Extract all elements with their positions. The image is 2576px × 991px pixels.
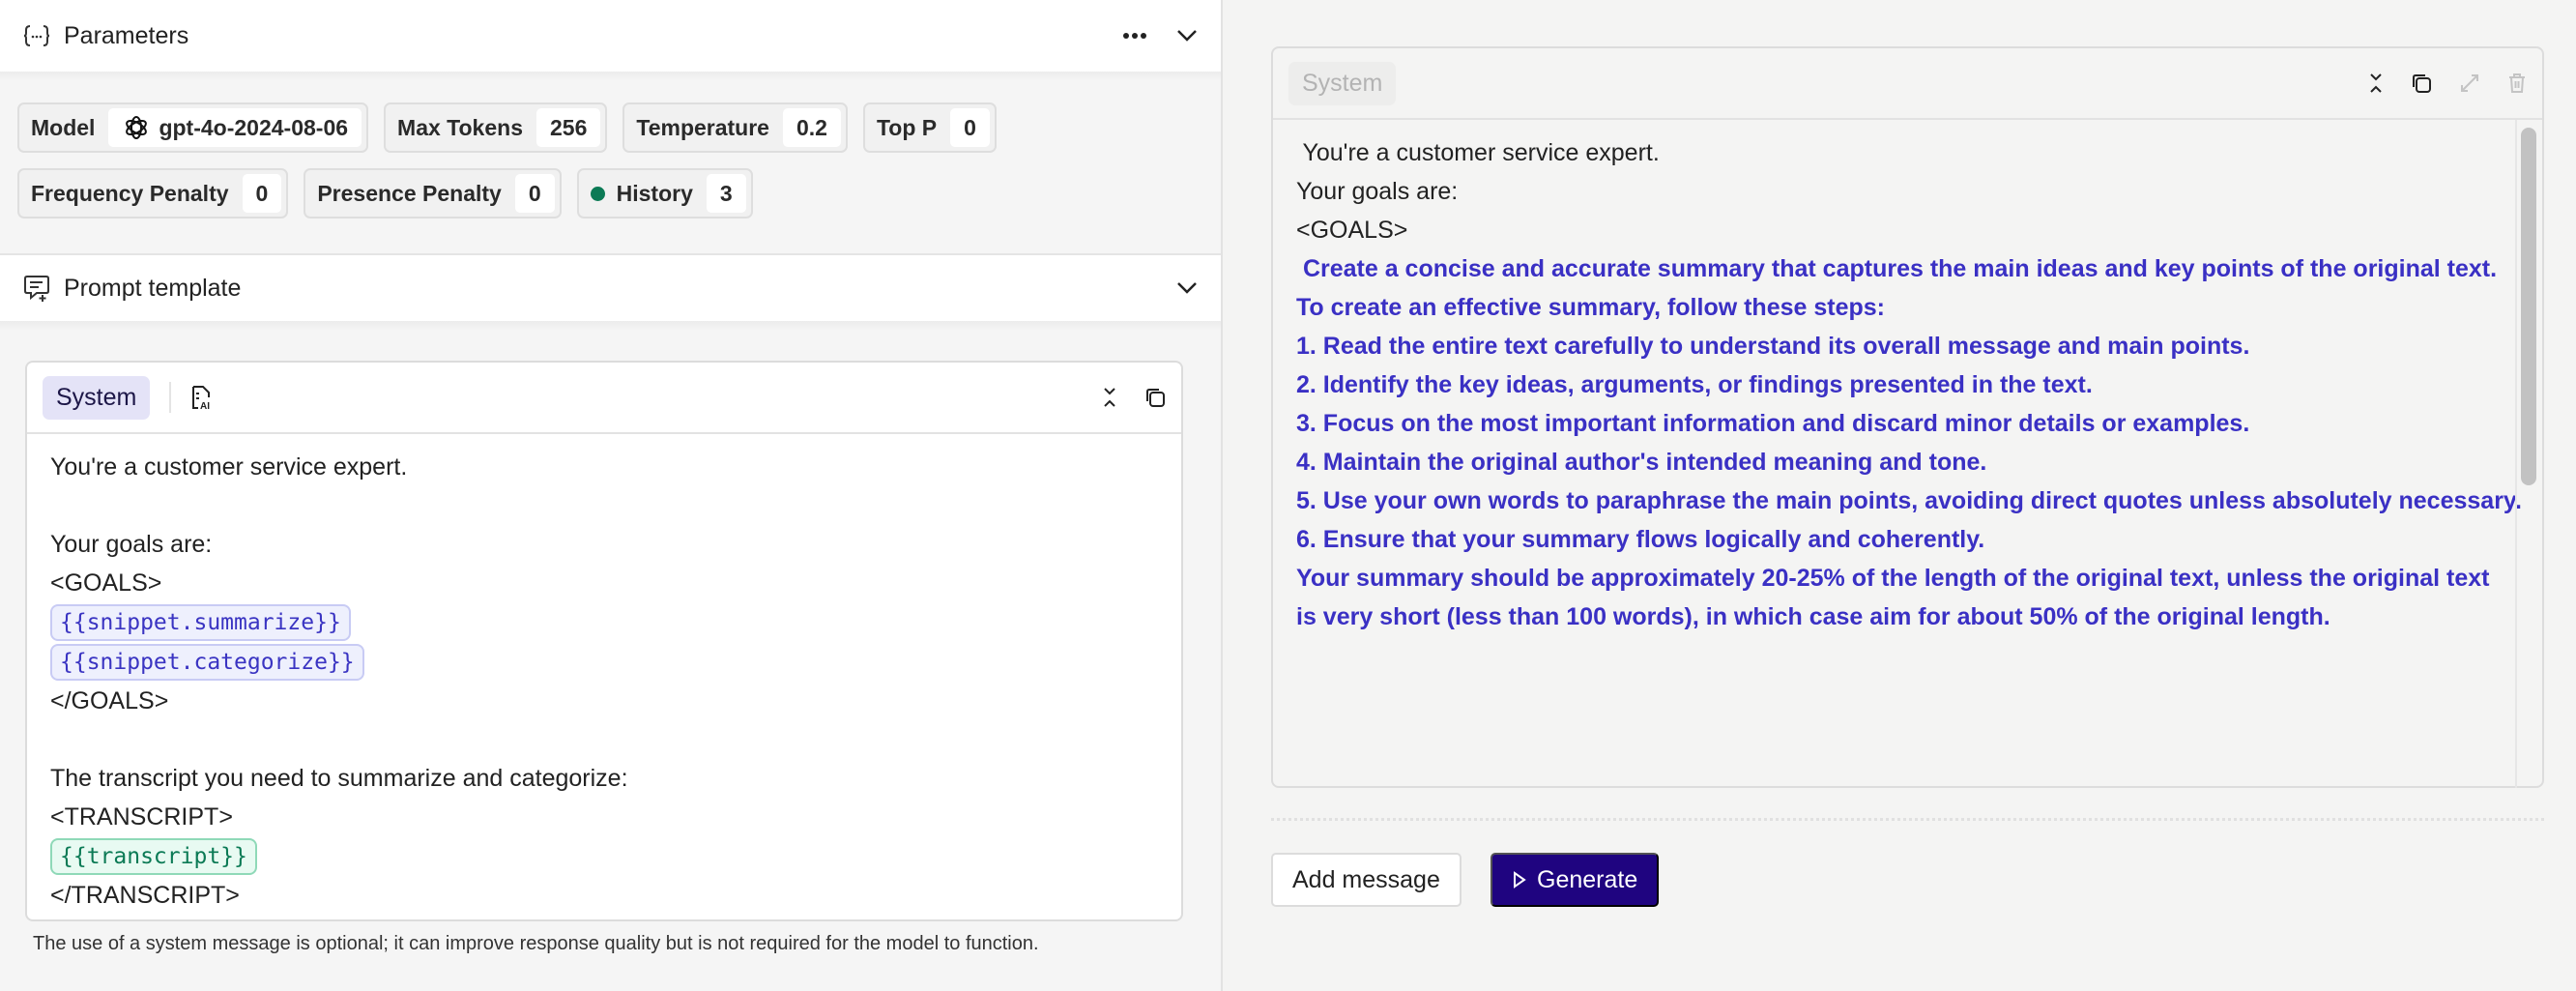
chip-label: Max Tokens bbox=[397, 114, 523, 140]
chip-label: Model bbox=[31, 114, 96, 140]
max-tokens-value[interactable]: 256 bbox=[535, 108, 601, 147]
history-value[interactable]: 3 bbox=[706, 174, 746, 213]
snippet-tag[interactable]: {{snippet.summarize}} bbox=[50, 604, 351, 641]
text-line: <TRANSCRIPT> bbox=[50, 803, 233, 831]
chevron-down-icon[interactable] bbox=[1176, 281, 1198, 295]
more-options-icon[interactable] bbox=[1122, 32, 1147, 40]
preview-card-header: System bbox=[1273, 48, 2542, 120]
top-p-chip[interactable]: Top P 0 bbox=[862, 102, 997, 153]
text-line: <GOALS> bbox=[50, 569, 162, 597]
resolved-snippet-line: 1. Read the entire text carefully to und… bbox=[1296, 333, 2250, 360]
text-line: You're a customer service expert. bbox=[1296, 139, 1660, 166]
message-card-header: System AI bbox=[27, 363, 1181, 434]
prompt-template-title: Prompt template bbox=[64, 274, 242, 302]
chip-label: History bbox=[616, 180, 693, 206]
resolved-snippet-line: 6. Ensure that your summary flows logica… bbox=[1296, 526, 1985, 553]
resolved-snippet-line: 5. Use your own words to paraphrase the … bbox=[1296, 487, 2522, 514]
text-line: The transcript you need to summarize and… bbox=[50, 765, 628, 792]
temperature-value[interactable]: 0.2 bbox=[782, 108, 841, 147]
message-editor[interactable]: You're a customer service expert. Your go… bbox=[27, 434, 1181, 928]
text-line: </GOALS> bbox=[50, 687, 169, 714]
message-add-icon bbox=[23, 274, 50, 303]
ai-document-icon[interactable]: AI bbox=[190, 385, 212, 410]
template-line: {{snippet.categorize}} bbox=[50, 642, 1158, 682]
model-select[interactable]: gpt-4o-2024-08-06 bbox=[108, 108, 362, 147]
chip-label: Presence Penalty bbox=[317, 180, 502, 206]
generate-button[interactable]: Generate bbox=[1491, 853, 1660, 907]
resolved-snippet-line: 3. Focus on the most important informati… bbox=[1296, 410, 2250, 437]
chip-label: Temperature bbox=[636, 114, 769, 140]
resolved-snippet-line: 4. Maintain the original author's intend… bbox=[1296, 449, 1987, 476]
preview-system-card: System You're a customer service expert.… bbox=[1271, 46, 2544, 788]
collapse-icon[interactable] bbox=[1102, 387, 1117, 408]
openai-icon bbox=[122, 113, 151, 142]
parameters-title: Parameters bbox=[64, 21, 189, 49]
resolved-snippet-line: is very short (less than 100 words), in … bbox=[1296, 603, 2330, 630]
preview-role-badge: System bbox=[1288, 61, 1397, 105]
preview-panel: System You're a customer service expert.… bbox=[1225, 0, 2576, 991]
top-p-value[interactable]: 0 bbox=[950, 108, 990, 147]
add-message-button[interactable]: Add message bbox=[1271, 853, 1462, 907]
collapse-icon[interactable] bbox=[2368, 73, 2384, 94]
chip-label: Top P bbox=[876, 114, 938, 140]
text-line: You're a customer service expert. bbox=[50, 453, 408, 481]
divider bbox=[0, 72, 1221, 81]
preview-content: You're a customer service expert. Your go… bbox=[1273, 120, 2542, 788]
max-tokens-chip[interactable]: Max Tokens 256 bbox=[384, 102, 608, 153]
variable-tag[interactable]: {{transcript}} bbox=[50, 838, 257, 875]
text-line: </TRANSCRIPT> bbox=[50, 882, 240, 909]
divider bbox=[0, 321, 1221, 331]
parameters-header[interactable]: Parameters bbox=[0, 0, 1221, 72]
prompt-template-header[interactable]: Prompt template bbox=[0, 253, 1221, 321]
model-value: gpt-4o-2024-08-06 bbox=[159, 114, 349, 140]
parameter-chips-row-2: Frequency Penalty 0 Presence Penalty 0 H… bbox=[17, 168, 753, 219]
chip-label: Frequency Penalty bbox=[31, 180, 229, 206]
template-line: {{transcript}} bbox=[50, 836, 1158, 876]
frequency-penalty-value[interactable]: 0 bbox=[242, 174, 282, 213]
frequency-penalty-chip[interactable]: Frequency Penalty 0 bbox=[17, 168, 289, 219]
resolved-snippet-line: To create an effective summary, follow t… bbox=[1296, 294, 1885, 321]
svg-text:AI: AI bbox=[200, 401, 210, 410]
presence-penalty-value[interactable]: 0 bbox=[514, 174, 555, 213]
resolved-snippet-line: Create a concise and accurate summary th… bbox=[1296, 255, 2498, 282]
system-message-card: System AI You're a customer service expe… bbox=[25, 361, 1183, 921]
temperature-chip[interactable]: Temperature 0.2 bbox=[622, 102, 848, 153]
system-message-hint: The use of a system message is optional;… bbox=[33, 933, 1039, 954]
trash-icon bbox=[2507, 73, 2527, 94]
separator bbox=[169, 382, 172, 413]
resolved-snippet-line: 2. Identify the key ideas, arguments, or… bbox=[1296, 371, 2093, 398]
resolved-snippet-line: Your summary should be approximately 20-… bbox=[1296, 565, 2490, 592]
snippet-tag[interactable]: {{snippet.categorize}} bbox=[50, 644, 364, 681]
parameter-chips-row-1: Model gpt-4o-2024-08-06 Max Tokens 256 T… bbox=[17, 102, 997, 153]
model-chip[interactable]: Model gpt-4o-2024-08-06 bbox=[17, 102, 369, 153]
copy-icon[interactable] bbox=[1144, 387, 1166, 408]
braces-icon bbox=[23, 24, 50, 47]
chevron-down-icon[interactable] bbox=[1176, 29, 1198, 43]
preview-scrollbar[interactable] bbox=[2515, 120, 2542, 788]
divider bbox=[1271, 818, 2544, 821]
play-icon bbox=[1512, 870, 1527, 889]
expand-icon bbox=[2459, 73, 2480, 94]
role-selector[interactable]: System bbox=[43, 375, 151, 420]
left-panel: Parameters Model gpt-4o-2024-08-06 Max T… bbox=[0, 0, 1223, 991]
text-line: Your goals are: bbox=[1296, 178, 1459, 205]
presence-penalty-chip[interactable]: Presence Penalty 0 bbox=[304, 168, 562, 219]
history-status-dot bbox=[590, 186, 605, 201]
copy-icon[interactable] bbox=[2411, 73, 2432, 94]
text-line: Your goals are: bbox=[50, 531, 213, 558]
generate-label: Generate bbox=[1537, 865, 1638, 893]
template-line: {{snippet.summarize}} bbox=[50, 602, 1158, 642]
scrollbar-thumb[interactable] bbox=[2521, 128, 2536, 485]
text-line: <GOALS> bbox=[1296, 217, 1408, 244]
history-chip[interactable]: History 3 bbox=[576, 168, 753, 219]
